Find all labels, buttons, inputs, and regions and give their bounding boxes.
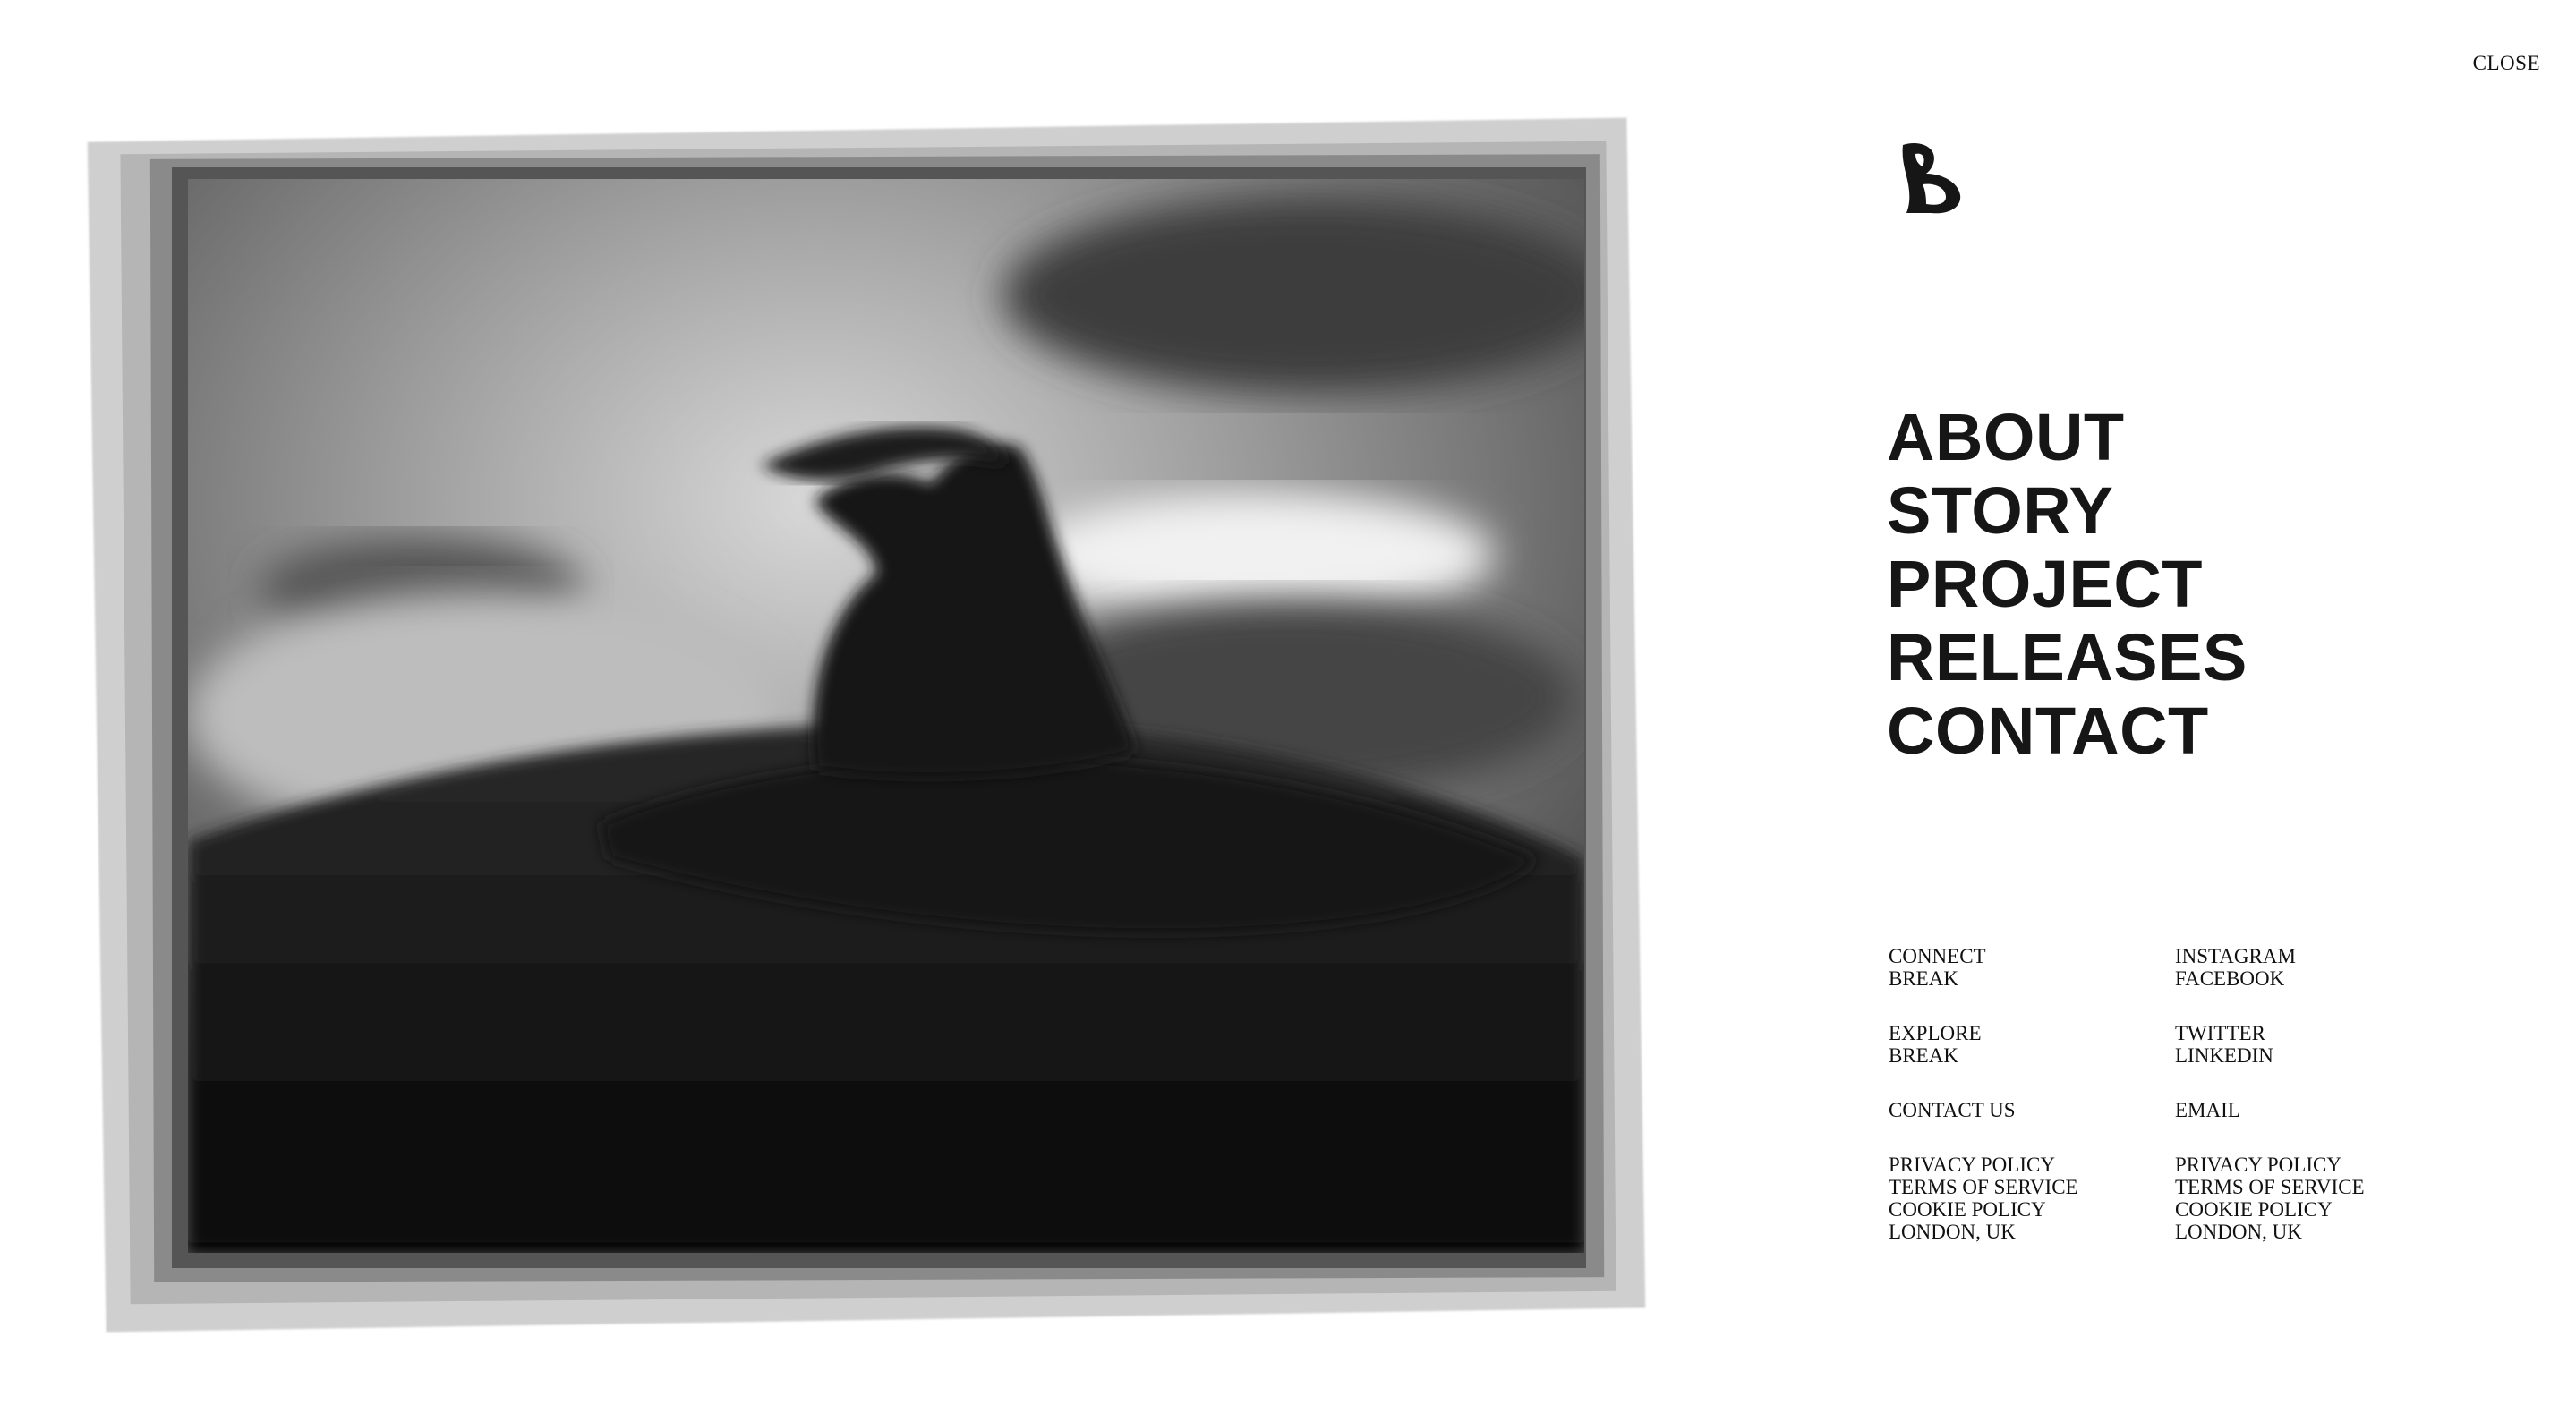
footer-link-twitter[interactable]: TWITTER	[2175, 1022, 2461, 1044]
nav-item-releases[interactable]: RELEASES	[1887, 621, 2248, 694]
footer-group-explore: EXPLORE BREAK	[1889, 1022, 2175, 1067]
footer-link-cookie-policy[interactable]: COOKIE POLICY	[1889, 1198, 2175, 1221]
footer-link-instagram[interactable]: INSTAGRAM	[2175, 945, 2461, 967]
footer-link-break-2[interactable]: BREAK	[1889, 1044, 2175, 1067]
footer-group-email: EMAIL	[2175, 1099, 2461, 1121]
footer-group-connect: CONNECT BREAK	[1889, 945, 2175, 990]
brand-logo[interactable]	[1896, 141, 1966, 215]
footer-group-legal-right: PRIVACY POLICY TERMS OF SERVICE COOKIE P…	[2175, 1154, 2461, 1243]
surfer-silhouette-icon	[188, 179, 1584, 1253]
nav-item-contact[interactable]: CONTACT	[1887, 694, 2248, 768]
footer-group-social-1: INSTAGRAM FACEBOOK	[2175, 945, 2461, 990]
footer-group-contact: CONTACT US	[1889, 1099, 2175, 1121]
main-navigation: ABOUT STORY PROJECT RELEASES CONTACT	[1887, 401, 2248, 768]
footer-link-privacy-policy-2[interactable]: PRIVACY POLICY	[2175, 1154, 2461, 1176]
brand-logo-icon	[1902, 143, 1961, 214]
footer-location: LONDON, UK	[1889, 1221, 2016, 1243]
footer-link-break[interactable]: BREAK	[1889, 967, 2175, 990]
footer-link-explore[interactable]: EXPLORE	[1889, 1022, 2175, 1044]
footer-group-legal-left: PRIVACY POLICY TERMS OF SERVICE COOKIE P…	[1889, 1154, 2175, 1243]
footer-link-privacy-policy[interactable]: PRIVACY POLICY	[1889, 1154, 2175, 1176]
nav-item-story[interactable]: STORY	[1887, 474, 2248, 548]
footer-link-contact-us[interactable]: CONTACT US	[1889, 1099, 2175, 1121]
footer-location-2: LONDON, UK	[2175, 1221, 2302, 1243]
surfer-photo	[188, 179, 1584, 1253]
footer-link-cookie-policy-2[interactable]: COOKIE POLICY	[2175, 1198, 2461, 1221]
footer-link-facebook[interactable]: FACEBOOK	[2175, 967, 2461, 990]
close-button[interactable]: CLOSE	[2473, 52, 2540, 75]
footer-link-email[interactable]: EMAIL	[2175, 1099, 2461, 1121]
footer-link-connect[interactable]: CONNECT	[1889, 945, 2175, 967]
nav-item-about[interactable]: ABOUT	[1887, 401, 2248, 474]
footer-link-linkedin[interactable]: LINKEDIN	[2175, 1044, 2461, 1067]
footer-link-terms-of-service[interactable]: TERMS OF SERVICE	[1889, 1176, 2175, 1198]
footer-link-terms-of-service-2[interactable]: TERMS OF SERVICE	[2175, 1176, 2461, 1198]
nav-item-project[interactable]: PROJECT	[1887, 548, 2248, 621]
footer-links: CONNECT BREAK INSTAGRAM FACEBOOK EXPLORE…	[1889, 945, 2461, 1243]
footer-group-social-2: TWITTER LINKEDIN	[2175, 1022, 2461, 1067]
hero-photo-stack	[87, 112, 1647, 1333]
